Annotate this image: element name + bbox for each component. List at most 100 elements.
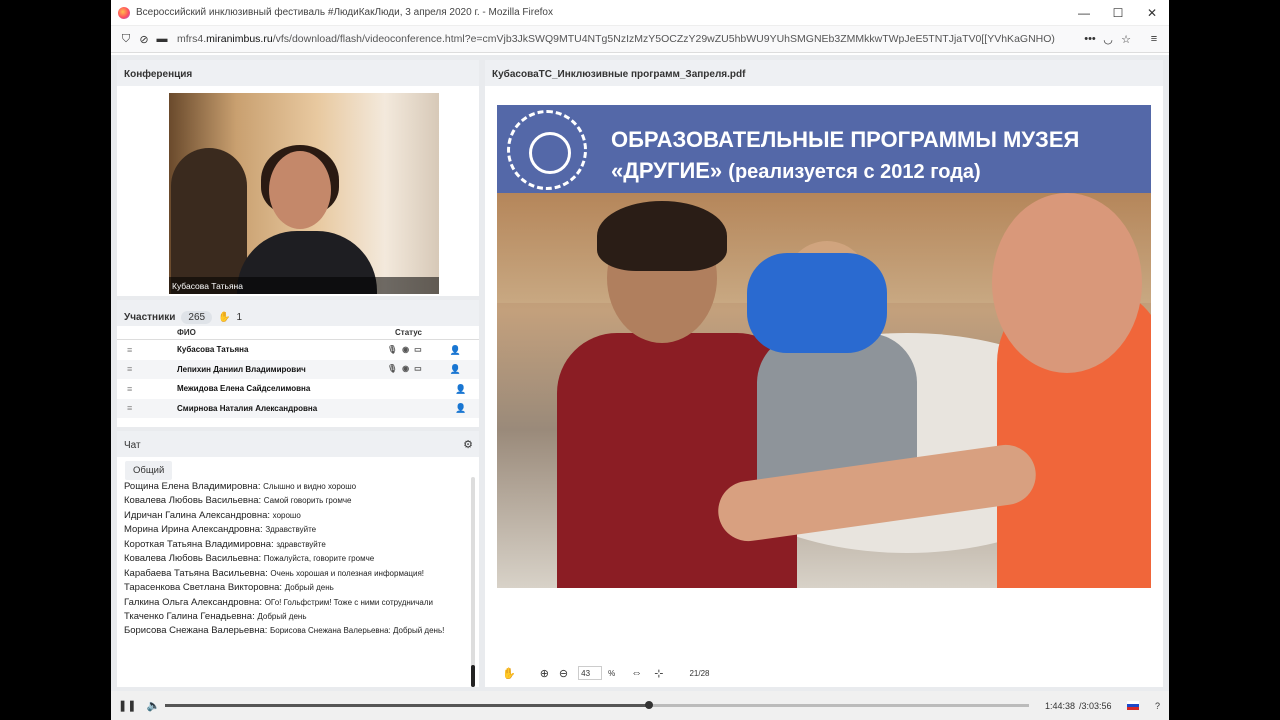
column-name: ФИО [177,328,196,337]
chat-message: Тарасенкова Светлана Викторовна: Добрый … [124,582,334,594]
playback-progress-fill [165,704,649,707]
listener-avatar-icon: 👤 [455,403,467,414]
window-title: Всероссийский инклюзивный фестиваль #Люд… [136,7,553,18]
participant-status: 🎙 ◉ ▭ 👤 [387,364,467,374]
presenter-avatar-icon: 👤 [449,364,461,375]
chat-message: Галкина Ольга Александровна: ОГо! Гольфс… [124,596,434,608]
chat-scrollbar-thumb[interactable] [471,665,475,687]
chat-panel: Чат ⚙ Общий Рощина Елена Владимировна: С… [117,431,479,687]
presenter-avatar-icon: 👤 [449,344,461,355]
volume-icon[interactable]: 🔈 [146,699,160,712]
fit-width-icon[interactable]: ⇔ [631,667,642,679]
more-icon[interactable]: ••• [1081,33,1099,45]
pocket-icon[interactable]: ◡ [1099,33,1117,46]
document-toolbar: ✋ ⊕ ⊖ 43 % ⇔ ⊹ 21/28 [485,659,1163,687]
participants-panel: Участники 265 ✋ 1 ФИО Статус ≡ Кубасова … [117,300,479,427]
playback-bar: ❚❚ 🔈 1:44:38 /3:03:56 ? [111,691,1169,720]
chat-message: Борисова Снежана Валерьевна: Борисова Сн… [124,625,445,637]
participant-row[interactable]: ≡ Межидова Елена Сайдселимовна 👤 [117,379,479,399]
participant-status: 👤 [387,403,467,413]
participants-table-header: ФИО Статус [117,326,479,340]
photo-woman-shirt [747,253,887,353]
slide-title-line2b: (реализуется с 2012 года) [728,160,981,183]
participant-row[interactable]: ≡ Лепихин Даниил Владимирович 🎙 ◉ ▭ 👤 [117,359,479,379]
chat-message: Рощина Елена Владимировна: Слышно и видн… [124,481,357,492]
conference-panel: Конференция Кубасова Татьяна [117,60,479,296]
participants-count-badge: 265 [181,311,213,324]
zoom-unit: % [608,668,616,678]
zoom-input[interactable]: 43 [578,666,603,680]
chat-scrollbar[interactable] [471,477,475,687]
pause-icon[interactable]: ❚❚ [118,699,136,712]
participant-status: 🎙 ◉ ▭ 👤 [387,345,467,355]
folder-icon[interactable]: ▬ [153,33,171,45]
screen-icon[interactable]: ▭ [414,345,422,355]
chat-message: Ткаченко Галина Генадьевна: Добрый день [124,610,307,622]
browser-window: Всероссийский инклюзивный фестиваль #Люд… [111,0,1169,720]
speaker-video[interactable]: Кубасова Татьяна [169,93,439,294]
speaker-label: Кубасова Татьяна [169,277,439,294]
close-icon[interactable]: ✕ [1135,6,1169,20]
conference-title: Конференция [117,60,479,86]
webcam-icon[interactable]: ◉ [402,345,409,355]
title-bar: Всероссийский инклюзивный фестиваль #Люд… [111,0,1169,26]
playback-progress[interactable] [165,701,1029,709]
bookmark-star-icon[interactable]: ☆ [1117,33,1135,46]
participant-name: Кубасова Татьяна [177,345,249,355]
fit-page-icon[interactable]: ⊹ [654,667,663,680]
maximize-icon[interactable]: ☐ [1101,6,1135,20]
time-current: 1:44:38 [1045,700,1076,711]
url-field[interactable]: mfrs4.miranimbus.ru/vfs/download/flash/v… [177,33,1081,45]
zoom-out-icon[interactable]: ⊖ [559,667,568,680]
screen-icon[interactable]: ▭ [414,364,422,374]
chat-message: Короткая Татьяна Владимировна: здравству… [124,538,326,550]
participant-name: Межидова Елена Сайдселимовна [177,384,311,394]
webcam-off-icon[interactable]: ◉ [402,364,409,374]
drag-handle-icon[interactable]: ≡ [117,345,177,355]
slide-photo [497,193,1151,588]
app-content: Конференция Кубасова Татьяна Участники 2… [111,55,1169,691]
participant-name: Лепихин Даниил Владимирович [177,364,306,374]
raised-hand-count: 1 [236,312,243,323]
slide-title-line1: ОБРАЗОВАТЕЛЬНЫЕ ПРОГРАММЫ МУЗЕЯ [611,127,1080,152]
slide-banner: ОБРАЗОВАТЕЛЬНЫЕ ПРОГРАММЫ МУЗЕЯ «ДРУГИЕ»… [497,105,1151,193]
camera-blocked-icon[interactable]: ⊘ [135,33,153,46]
microphone-off-icon[interactable]: 🎙 [387,364,397,374]
drag-handle-icon[interactable]: ≡ [117,403,177,413]
chat-messages: Рощина Елена Владимировна: Слышно и видн… [124,481,464,641]
drag-handle-icon[interactable]: ≡ [117,384,177,394]
shield-icon[interactable]: ⛉ [117,33,135,46]
participants-title: Участники [124,312,176,323]
minimize-icon[interactable]: — [1067,6,1101,20]
participant-name: Смирнова Наталия Александровна [177,403,318,413]
chat-message: Ковалева Любовь Васильевна: Самой говори… [124,495,352,507]
presentation-slide: ОБРАЗОВАТЕЛЬНЫЕ ПРОГРАММЫ МУЗЕЯ «ДРУГИЕ»… [497,105,1151,588]
document-filename: КубасоваТС_Инклюзивные программ_Запреля.… [485,60,1163,86]
drag-handle-icon[interactable]: ≡ [117,364,177,374]
chat-message: Карабаева Татьяна Васильевна: Очень хоро… [124,567,424,579]
slide-title: ОБРАЗОВАТЕЛЬНЫЕ ПРОГРАММЫ МУЗЕЯ «ДРУГИЕ»… [611,125,1079,187]
museum-logo [507,110,587,190]
help-icon[interactable]: ? [1155,701,1160,711]
document-panel: КубасоваТС_Инклюзивные программ_Запреля.… [485,60,1163,687]
participant-row[interactable]: ≡ Смирнова Наталия Александровна 👤 [117,398,479,418]
chat-tab-general[interactable]: Общий [125,461,173,480]
zoom-in-icon[interactable]: ⊕ [540,667,549,680]
slide-title-line2a: «ДРУГИЕ» [611,157,723,183]
address-bar: ⛉ ⊘ ▬ mfrs4.miranimbus.ru/vfs/download/f… [111,26,1169,53]
page-indicator: 21/28 [689,668,710,678]
settings-gear-icon[interactable]: ⚙ [463,438,473,451]
time-total: /3:03:56 [1079,700,1112,711]
column-status: Статус [395,328,422,337]
microphone-icon[interactable]: 🎙 [387,345,397,355]
menu-icon[interactable]: ≡ [1145,33,1163,45]
raised-hand-icon: ✋ [218,312,231,323]
language-flag-icon[interactable] [1127,701,1139,710]
hand-tool-icon[interactable]: ✋ [502,667,516,680]
chat-title: Чат [124,440,141,451]
video-background-arch [171,148,247,294]
playback-progress-knob[interactable] [644,701,653,709]
chat-message: Идричан Галина Александровна: хорошо [124,509,301,521]
speaker-face [269,151,331,229]
participant-row[interactable]: ≡ Кубасова Татьяна 🎙 ◉ ▭ 👤 [117,340,479,360]
